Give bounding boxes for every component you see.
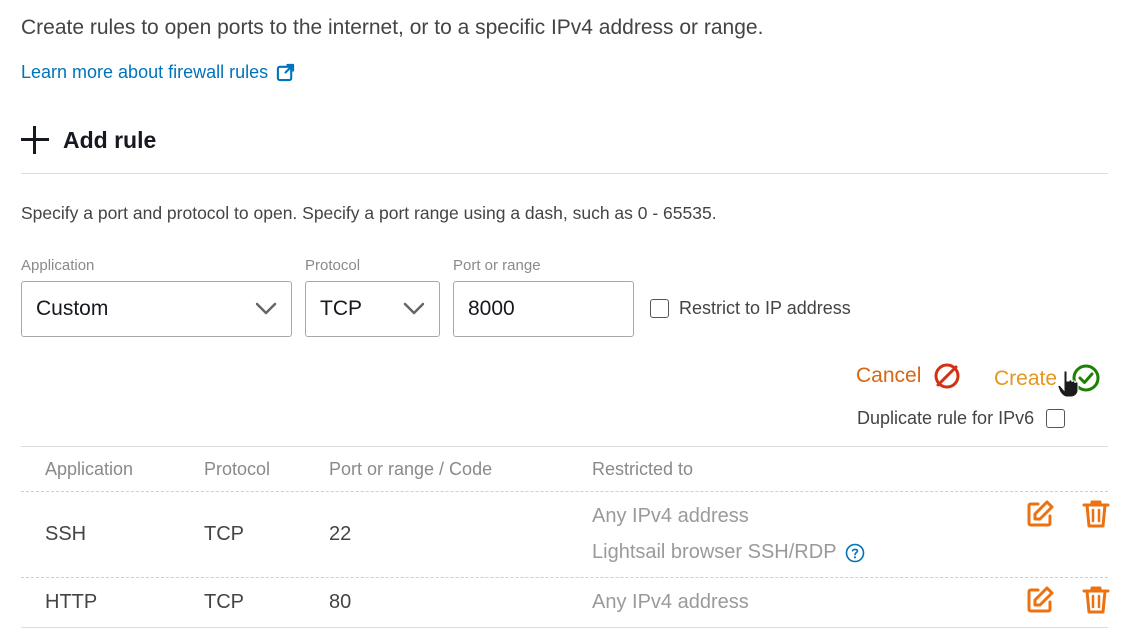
hand-cursor-icon xyxy=(1057,370,1079,398)
create-label: Create xyxy=(994,367,1058,390)
create-button[interactable]: Create xyxy=(994,362,1105,398)
port-input-value: 8000 xyxy=(468,297,515,320)
port-input[interactable]: 8000 xyxy=(453,281,634,337)
table-row: SSH TCP 22 Any IPv4 address Lightsail br… xyxy=(0,491,1143,577)
column-header-application: Application xyxy=(45,459,134,479)
port-label: Port or range xyxy=(453,257,541,274)
browser-ssh-rdp-label: Lightsail browser SSH/RDP xyxy=(592,541,837,563)
cell-protocol: TCP xyxy=(204,523,244,545)
cancel-button[interactable]: Cancel xyxy=(856,362,961,390)
external-link-icon xyxy=(276,63,295,82)
column-header-port: Port or range / Code xyxy=(329,459,493,479)
cell-protocol: TCP xyxy=(204,591,244,613)
cell-restricted-extra: Lightsail browser SSH/RDP xyxy=(592,541,865,564)
restrict-ip-label: Restrict to IP address xyxy=(679,298,851,318)
protocol-select[interactable]: TCP xyxy=(305,281,440,337)
learn-more-link[interactable]: Learn more about firewall rules xyxy=(21,62,295,83)
application-select-value: Custom xyxy=(36,297,109,320)
port-hint-text: Specify a port and protocol to open. Spe… xyxy=(21,203,717,223)
learn-more-label: Learn more about firewall rules xyxy=(21,62,269,82)
cell-restricted: Any IPv4 address xyxy=(592,505,749,527)
application-select[interactable]: Custom xyxy=(21,281,292,337)
cell-port: 80 xyxy=(329,591,352,613)
intro-text: Create rules to open ports to the intern… xyxy=(21,16,764,39)
duplicate-ipv6-option[interactable]: Duplicate rule for IPv6 xyxy=(857,408,1066,429)
table-row: HTTP TCP 80 Any IPv4 address xyxy=(0,577,1143,627)
help-icon[interactable] xyxy=(845,543,865,563)
chevron-down-icon xyxy=(403,302,425,315)
cancel-icon xyxy=(934,363,960,389)
cell-port: 22 xyxy=(329,523,352,545)
duplicate-ipv6-label: Duplicate rule for IPv6 xyxy=(857,408,1035,428)
cell-restricted: Any IPv4 address xyxy=(592,591,749,613)
application-label: Application xyxy=(21,257,95,274)
protocol-label: Protocol xyxy=(305,257,361,274)
row-actions xyxy=(1025,585,1111,615)
plus-icon xyxy=(21,126,49,154)
section-divider xyxy=(21,173,1108,174)
table-bottom-divider xyxy=(21,627,1108,628)
column-header-restricted: Restricted to xyxy=(592,459,694,479)
add-rule-label: Add rule xyxy=(63,126,157,153)
table-top-divider xyxy=(21,446,1108,447)
delete-icon[interactable] xyxy=(1081,585,1111,615)
chevron-down-icon xyxy=(255,302,277,315)
column-header-protocol: Protocol xyxy=(204,459,271,479)
restrict-ip-option[interactable]: Restrict to IP address xyxy=(650,298,851,319)
cell-application: HTTP xyxy=(45,591,98,613)
cancel-label: Cancel xyxy=(856,364,922,387)
restrict-ip-checkbox[interactable] xyxy=(650,299,669,318)
duplicate-ipv6-checkbox[interactable] xyxy=(1046,409,1066,428)
protocol-select-value: TCP xyxy=(320,297,362,320)
delete-icon[interactable] xyxy=(1081,499,1111,529)
cell-application: SSH xyxy=(45,523,87,545)
edit-icon[interactable] xyxy=(1025,499,1055,529)
row-actions xyxy=(1025,499,1111,529)
edit-icon[interactable] xyxy=(1025,585,1055,615)
add-rule-button[interactable]: Add rule xyxy=(21,126,156,154)
